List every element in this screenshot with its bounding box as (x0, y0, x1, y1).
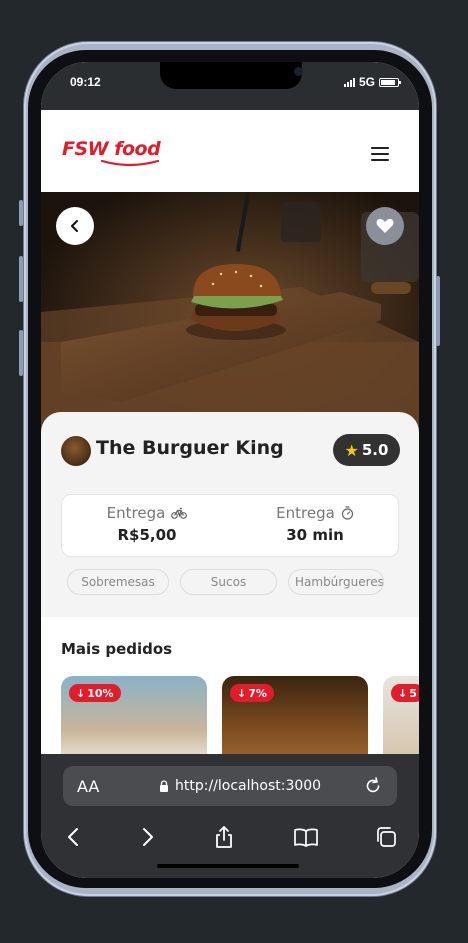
delivery-fee-value: R$5,00 (117, 526, 177, 544)
status-time: 09:12 (70, 75, 101, 89)
signal-icon (343, 77, 355, 87)
delivery-time-label: Entrega (276, 504, 335, 522)
browser-toolbar: AA http://localhost:3000 (41, 754, 419, 878)
browser-forward-button[interactable] (133, 822, 163, 852)
share-icon (216, 826, 232, 848)
product-card[interactable]: ↓ 10% (61, 676, 207, 766)
discount-badge: ↓ 10% (69, 684, 121, 702)
delivery-time-value: 30 min (286, 526, 344, 544)
app-header: FSW food (41, 110, 419, 192)
restaurant-name: The Burguer King (96, 437, 284, 459)
browser-back-button[interactable] (58, 822, 88, 852)
reload-icon[interactable] (363, 776, 383, 796)
section-title-popular: Mais pedidos (61, 640, 173, 658)
delivery-fee: Entrega R$5,00 (67, 504, 227, 544)
category-chip-sobremesas[interactable]: Sobremesas (67, 569, 169, 595)
bookmarks-button[interactable] (291, 822, 321, 852)
delivery-info-card: Entrega R$5,00 Entrega 30 min (61, 494, 399, 557)
rating-badge: ★ 5.0 (333, 434, 400, 466)
status-bar: 09:12 5G (41, 62, 419, 110)
discount-badge: ↓ 7% (230, 684, 274, 702)
arrow-down-icon: ↓ (237, 686, 247, 700)
chevron-right-icon (143, 828, 153, 846)
address-bar[interactable]: AA http://localhost:3000 (63, 766, 397, 806)
category-chips: Sobremesas Sucos Hambúrgueres (67, 569, 384, 595)
delivery-fee-label: Entrega (106, 504, 166, 522)
timer-icon (341, 506, 353, 520)
star-icon: ★ (344, 440, 359, 460)
battery-icon (379, 77, 401, 87)
phone-volume-down-button (19, 330, 23, 376)
heart-icon (376, 218, 394, 233)
book-icon (294, 828, 318, 847)
tabs-button[interactable] (371, 822, 401, 852)
menu-icon[interactable] (371, 147, 389, 165)
favorite-button[interactable] (366, 207, 404, 245)
logo-smile-icon (100, 160, 160, 167)
arrow-down-icon: ↓ (398, 686, 408, 700)
url-text: http://localhost:3000 (175, 778, 322, 794)
restaurant-cover-image (41, 192, 419, 432)
chevron-left-icon (71, 220, 78, 232)
rating-value: 5.0 (361, 441, 389, 459)
back-button[interactable] (56, 207, 94, 245)
discount-value: 10% (87, 686, 114, 700)
phone-power-button (436, 276, 440, 346)
dynamic-notch (160, 62, 303, 89)
restaurant-info-panel: The Burguer King ★ 5.0 Entrega R$5,00 En… (41, 412, 419, 617)
text-size-button[interactable]: AA (77, 777, 99, 796)
share-button[interactable] (209, 822, 239, 852)
browser-nav (41, 822, 419, 852)
lock-icon (160, 780, 168, 792)
chevron-left-icon (68, 828, 78, 846)
discount-badge: ↓ 5 (391, 684, 419, 702)
discount-value: 5 (409, 686, 417, 700)
camera-icon (294, 67, 303, 76)
home-indicator (157, 864, 299, 868)
bike-icon (171, 507, 188, 519)
status-indicators: 5G (343, 75, 401, 89)
restaurant-avatar (61, 436, 91, 466)
arrow-down-icon: ↓ (76, 686, 86, 700)
delivery-time: Entrega 30 min (235, 504, 395, 544)
phone-action-button (19, 200, 23, 226)
logo[interactable]: FSW food (62, 138, 161, 167)
network-label: 5G (358, 75, 375, 89)
logo-text: FSW food (62, 138, 161, 160)
phone-screen: 09:12 5G FSW food The Burguer King ★ 5.0… (41, 62, 419, 878)
burger-photo (41, 192, 419, 432)
category-chip-hamburgueres[interactable]: Hambúrgueres (288, 569, 384, 595)
discount-value: 7% (248, 686, 267, 700)
category-chip-sucos[interactable]: Sucos (180, 569, 277, 595)
phone-volume-up-button (19, 256, 23, 302)
product-card[interactable]: ↓ 7% (222, 676, 368, 766)
tabs-icon (377, 827, 396, 847)
product-card[interactable]: ↓ 5 (383, 676, 419, 766)
